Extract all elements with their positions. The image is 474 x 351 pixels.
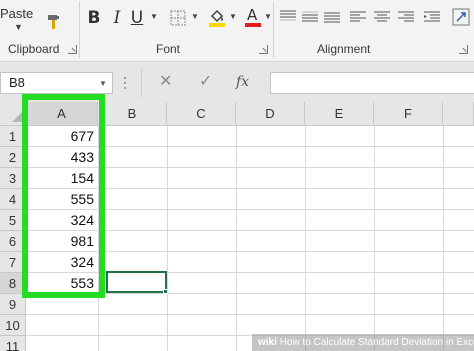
font-color-icon[interactable]: A [244,6,262,28]
insert-function-button[interactable]: fx [236,72,249,92]
watermark-brand: wiki [258,337,277,348]
gridline [236,126,237,351]
column-header-b[interactable]: B [98,102,167,126]
gridline [374,126,375,351]
align-bottom-icon[interactable] [324,10,340,24]
align-top-icon[interactable] [280,10,296,24]
underline-dropdown-icon[interactable]: ▼ [150,12,158,21]
gridline [443,126,444,351]
name-box[interactable]: B8 [0,72,113,94]
column-a-highlight [22,94,105,298]
fill-color-dropdown-icon[interactable]: ▼ [229,12,237,21]
indent-icon[interactable] [424,10,440,24]
gridline [305,126,306,351]
ribbon: Paste ▼ Clipboard B I U ▼ ▼ ▼ A ▼ Font A… [0,0,474,62]
gridline [26,314,474,315]
column-header-f[interactable]: F [374,102,443,126]
borders-icon[interactable] [170,10,186,26]
row-header-11[interactable]: 11 [0,336,26,351]
underline-button[interactable]: U [130,8,144,28]
ribbon-separator [273,2,274,58]
name-box-dropdown-icon[interactable]: ▼ [99,79,107,88]
svg-text:A: A [247,6,258,24]
clipboard-launcher-icon[interactable] [68,45,77,54]
font-color-dropdown-icon[interactable]: ▼ [264,12,272,21]
clipboard-group-label: Clipboard [8,42,60,56]
font-group-label: Font [156,42,181,56]
cancel-icon[interactable]: ✕ [159,72,172,92]
column-header-e[interactable]: E [305,102,374,126]
borders-dropdown-icon[interactable]: ▼ [191,12,199,21]
fill-color-icon[interactable] [208,8,226,28]
active-cell-b8[interactable] [106,271,167,293]
watermark: wiki How to Calculate Standard Deviation… [252,334,474,351]
paste-button[interactable]: Paste [0,6,33,21]
bold-button[interactable]: B [86,8,102,28]
alignment-launcher-icon[interactable] [459,45,468,54]
align-center-icon[interactable] [374,10,390,24]
formula-bar-separator [141,68,142,98]
fill-handle[interactable] [163,289,168,294]
wrap-text-icon[interactable] [452,8,470,26]
resize-grip-icon[interactable] [123,76,127,90]
format-painter-icon[interactable] [46,14,62,30]
ribbon-separator [79,2,80,58]
align-middle-icon[interactable] [302,10,318,24]
formula-input[interactable] [270,72,474,94]
watermark-text: How to Calculate Standard Deviation in E… [279,337,474,348]
excel-window: Paste ▼ Clipboard B I U ▼ ▼ ▼ A ▼ Font A… [0,0,474,351]
column-header-d[interactable]: D [236,102,305,126]
row-header-10[interactable]: 10 [0,315,26,336]
column-header-g[interactable] [443,102,474,126]
gridline [167,126,168,351]
alignment-group-label: Alignment [317,42,371,56]
align-left-icon[interactable] [350,10,366,24]
italic-button[interactable]: I [110,8,124,28]
paste-dropdown-icon[interactable]: ▼ [14,22,23,32]
column-header-c[interactable]: C [167,102,236,126]
enter-icon[interactable]: ✓ [199,72,212,92]
font-launcher-icon[interactable] [259,45,268,54]
align-right-icon[interactable] [398,10,414,24]
